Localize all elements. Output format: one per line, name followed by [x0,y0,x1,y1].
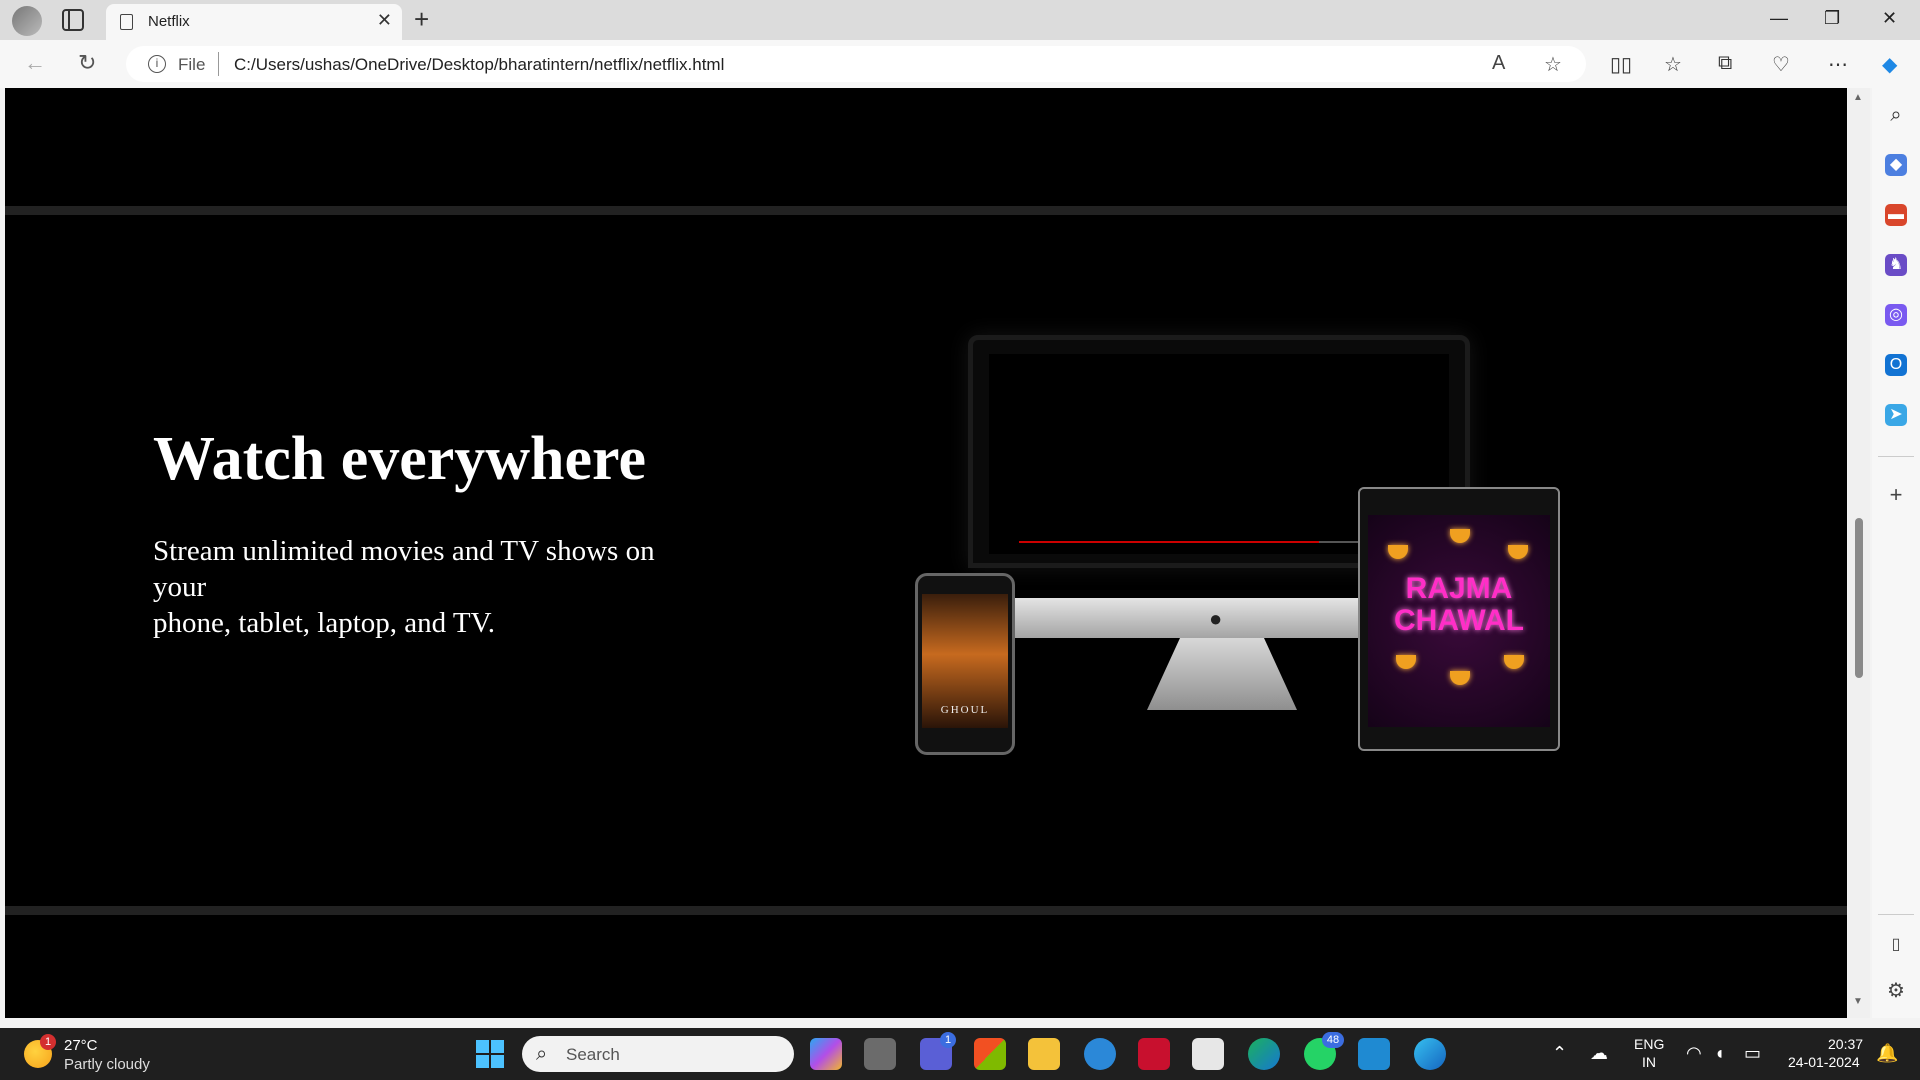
diya-decoration [1388,545,1408,559]
tab-close-icon[interactable]: ✕ [377,10,392,31]
shopping-icon[interactable]: ◆ [1885,154,1907,176]
url-scheme: File [178,55,206,74]
settings-icon[interactable]: ⚙ [1885,980,1907,1002]
maximize-button[interactable]: ❐ [1824,8,1840,29]
read-aloud-icon[interactable]: A [1492,52,1505,75]
favorites-icon[interactable]: ☆ [1664,52,1682,77]
tab-bar: Netflix ✕ + — ❐ ✕ [0,0,1920,40]
url-separator [218,52,219,76]
diya-decoration [1504,655,1524,669]
battery-icon[interactable]: ▭ [1744,1043,1761,1064]
copilot-app-icon[interactable] [810,1038,842,1070]
tools-icon[interactable]: ▬ [1885,204,1907,226]
tab-title: Netflix [148,13,190,30]
microsoft-365-icon[interactable]: ◎ [1885,304,1907,326]
wifi-icon[interactable]: ◠ [1686,1043,1702,1064]
weather-description[interactable]: Partly cloudy [64,1056,150,1073]
hero-line-2: phone, tablet, laptop, and TV. [153,607,496,639]
page-icon [120,14,133,30]
diya-decoration [1396,655,1416,669]
address-bar-row: ← ↻ i File C:/Users/ushas/OneDrive/Deskt… [0,40,1920,88]
profile-avatar[interactable] [12,6,42,36]
monitor-stand [1147,638,1297,710]
refresh-icon[interactable]: ↻ [78,50,96,76]
apple-logo-icon: ● [1209,606,1223,631]
hero-description: Stream unlimited movies and TV shows on … [153,533,713,641]
close-window-button[interactable]: ✕ [1882,8,1897,29]
tab-netflix[interactable]: Netflix ✕ [106,4,402,40]
section-divider-top [5,206,1847,215]
tablet-device: RAJMA CHAWAL [1358,487,1560,751]
edge-icon[interactable] [1414,1038,1446,1070]
page-viewport: Watch everywhere Stream unlimited movies… [5,88,1847,1018]
start-icon[interactable] [476,1040,504,1068]
hero-line-1: Stream unlimited movies and TV shows on … [153,535,655,603]
file-explorer-icon[interactable] [1028,1038,1060,1070]
back-icon[interactable]: ← [24,50,46,76]
teams-badge: 1 [940,1032,956,1048]
volume-icon[interactable]: ◖ [1714,1043,1725,1064]
search-label: Search [566,1045,620,1064]
diya-decoration [1450,529,1470,543]
tab-actions-icon[interactable] [62,9,84,31]
minimize-button[interactable]: — [1770,8,1788,29]
clock-date[interactable]: 24-01-2024 [1788,1054,1860,1070]
diya-decoration [1450,671,1470,685]
language-indicator[interactable]: ENG [1634,1036,1664,1052]
favorite-star-icon[interactable]: ☆ [1544,52,1562,77]
games-icon[interactable]: ♞ [1885,254,1907,276]
info-icon[interactable]: i [148,55,166,73]
edge-dev-icon[interactable] [1248,1038,1280,1070]
whatsapp-badge: 48 [1322,1032,1344,1048]
search-icon: ⌕ [536,1043,548,1065]
tablet-poster-title-line-1: RAJMA [1405,572,1513,605]
split-screen-icon[interactable]: ▯▯ [1610,52,1632,77]
collections-icon[interactable]: ⧉ [1718,52,1732,75]
phone-poster-title: GHOUL [940,704,990,716]
task-view-icon[interactable] [864,1038,896,1070]
diya-decoration [1508,545,1528,559]
address-bar[interactable]: i File C:/Users/ushas/OneDrive/Desktop/b… [126,46,1586,82]
search-icon[interactable]: ⌕ [1885,104,1907,126]
copilot-icon[interactable]: ◆ [1882,52,1897,77]
page-title: Watch everywhere [153,425,646,493]
get-help-icon[interactable] [1084,1038,1116,1070]
show-hidden-icons[interactable]: ⌃ [1552,1043,1567,1064]
taskbar-search[interactable]: ⌕ Search [522,1036,794,1072]
scroll-down-icon[interactable]: ▼ [1853,996,1863,1007]
outlook-icon[interactable]: O [1885,354,1907,376]
clock-time[interactable]: 20:37 [1828,1036,1863,1052]
sidebar-divider [1878,456,1914,457]
windows-taskbar: 1 27°C Partly cloudy ⌕ Search 1 48 ⌃ ☁ E… [0,1028,1920,1080]
page-scrollbar[interactable]: ▲ ▼ [1848,88,1870,1018]
browser-sidebar: ⌕ ◆ ▬ ♞ ◎ O ➤ + ▯ ⚙ [1872,88,1920,1018]
url-text[interactable]: C:/Users/ushas/OneDrive/Desktop/bharatin… [234,55,724,75]
more-icon[interactable]: ⋯ [1828,52,1848,77]
phone-screen: GHOUL [922,594,1008,728]
weather-badge: 1 [40,1034,56,1050]
telegram-icon[interactable]: ➤ [1885,404,1907,426]
onedrive-icon[interactable]: ☁ [1590,1043,1608,1064]
browser-essentials-icon[interactable]: ♡ [1772,52,1790,77]
scroll-thumb[interactable] [1855,518,1863,678]
notifications-icon[interactable]: 🔔 [1876,1043,1898,1064]
add-icon[interactable]: + [1885,484,1907,506]
tablet-screen: RAJMA CHAWAL [1368,515,1550,727]
region-indicator[interactable]: IN [1642,1054,1656,1070]
phone-device: GHOUL [915,573,1015,755]
tablet-poster-title-line-2: CHAWAL [1394,604,1524,637]
weather-temperature[interactable]: 27°C [64,1037,98,1054]
scroll-up-icon[interactable]: ▲ [1853,92,1863,103]
sidebar-divider [1878,914,1914,915]
snipping-tool-icon[interactable] [1192,1038,1224,1070]
tablet-poster-title: RAJMA CHAWAL [1368,573,1550,637]
vscode-icon[interactable] [1358,1038,1390,1070]
video-progress-bar [1019,541,1319,543]
sidebar-toggle-icon[interactable]: ▯ [1885,934,1907,956]
section-divider-bottom [5,906,1847,915]
store-icon[interactable] [974,1038,1006,1070]
mcafee-icon[interactable] [1138,1038,1170,1070]
new-tab-button[interactable]: + [414,4,429,35]
